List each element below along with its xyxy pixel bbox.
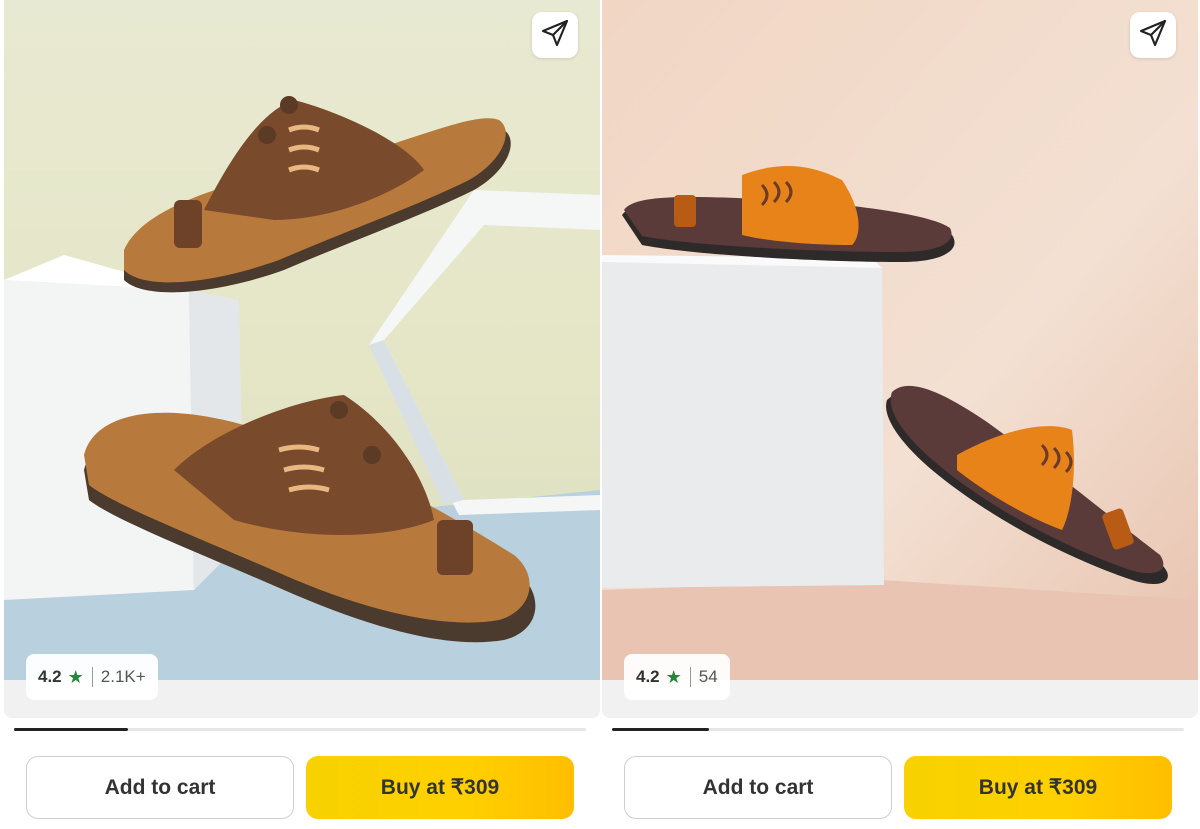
rating-count: 54 [698,667,718,686]
carousel-progress-fill [14,728,129,731]
rating-badge: 4.2 ★ 54 [624,654,730,700]
product-card[interactable]: 4.2 ★ 54 Add to cart Buy at ₹309 [602,0,1198,829]
product-card[interactable]: 4.2 ★ 2.1K+ Add to cart Buy at ₹309 [4,0,600,829]
product-image-brown-sandals[interactable] [4,0,600,680]
share-button[interactable] [532,12,578,58]
buy-now-button[interactable]: Buy at ₹309 [904,756,1172,819]
add-to-cart-button[interactable]: Add to cart [26,756,294,819]
rating-divider [91,667,93,687]
share-send-icon [539,17,571,54]
product-image-area[interactable]: 4.2 ★ 54 [602,0,1198,718]
product-image-orange-sandals[interactable] [602,0,1198,680]
rating-divider [689,667,691,687]
rating-value: 4.2 [38,667,62,686]
star-icon: ★ [67,666,84,687]
add-to-cart-button[interactable]: Add to cart [624,756,892,819]
product-grid: 4.2 ★ 2.1K+ Add to cart Buy at ₹309 4.2 … [0,0,1200,829]
rating-count: 2.1K+ [100,667,146,686]
carousel-progress-fill [612,728,710,731]
rating-value: 4.2 [636,667,660,686]
share-send-icon [1137,17,1169,54]
carousel-progress [14,728,586,731]
carousel-progress [612,728,1184,731]
product-image-area[interactable]: 4.2 ★ 2.1K+ [4,0,600,718]
share-button[interactable] [1130,12,1176,58]
star-icon: ★ [665,666,682,687]
rating-badge: 4.2 ★ 2.1K+ [26,654,158,700]
buy-now-button[interactable]: Buy at ₹309 [306,756,574,819]
